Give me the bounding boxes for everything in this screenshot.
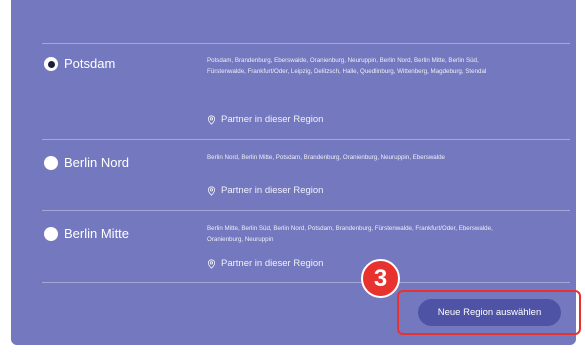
partner-link[interactable]: Partner in dieser Region bbox=[207, 258, 323, 269]
region-item-berlin-mitte[interactable]: Berlin Mitte Berlin Mitte, Berlin Süd, B… bbox=[11, 210, 576, 280]
region-name: Potsdam bbox=[64, 56, 116, 71]
region-cities: Potsdam, Brandenburg, Eberswalde, Oranie… bbox=[207, 57, 487, 75]
location-pin-icon bbox=[207, 185, 216, 196]
select-region-button[interactable]: Neue Region auswählen bbox=[418, 299, 561, 326]
region-item-berlin-nord[interactable]: Berlin Nord Berlin Nord, Berlin Mitte, P… bbox=[11, 139, 576, 209]
partner-label: Partner in dieser Region bbox=[221, 258, 324, 269]
radio-unselected[interactable] bbox=[44, 227, 58, 241]
radio-selected[interactable] bbox=[44, 57, 58, 71]
radio-unselected[interactable] bbox=[44, 156, 58, 170]
region-cities: Berlin Nord, Berlin Mitte, Potsdam, Bran… bbox=[207, 154, 445, 161]
location-pin-icon bbox=[207, 258, 216, 269]
partner-link[interactable]: Partner in dieser Region bbox=[207, 114, 323, 125]
radio-dot bbox=[47, 60, 55, 68]
divider bbox=[42, 282, 570, 283]
region-cities: Berlin Mitte, Berlin Süd, Berlin Nord, P… bbox=[207, 225, 493, 243]
location-pin-icon bbox=[207, 114, 216, 125]
partner-label: Partner in dieser Region bbox=[221, 114, 324, 125]
region-name: Berlin Nord bbox=[64, 155, 130, 170]
partner-link[interactable]: Partner in dieser Region bbox=[207, 185, 323, 196]
partner-label: Partner in dieser Region bbox=[221, 185, 324, 196]
step-badge: 3 bbox=[361, 259, 400, 298]
region-item-potsdam[interactable]: Potsdam Potsdam, Brandenburg, Eberswalde… bbox=[11, 43, 576, 138]
region-name: Berlin Mitte bbox=[64, 226, 130, 241]
